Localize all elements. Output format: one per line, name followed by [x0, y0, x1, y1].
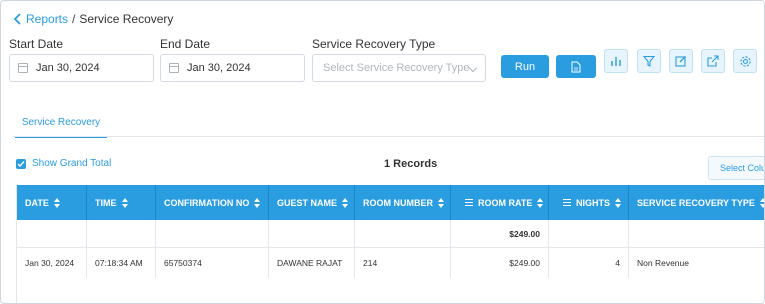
results-table: DATE TIME CONFIRMATION NO GUEST NAME ROO… — [16, 185, 764, 303]
column-header-confirmation-no[interactable]: CONFIRMATION NO — [156, 185, 269, 220]
tabs-divider — [13, 136, 764, 137]
cell-confirmation-no: 65750374 — [156, 248, 269, 278]
external-link-icon — [707, 55, 719, 67]
tab-service-recovery[interactable]: Service Recovery — [15, 117, 107, 138]
sort-icon — [254, 197, 261, 208]
calendar-icon — [18, 63, 28, 73]
edit-button[interactable] — [669, 49, 693, 73]
table-header-row: DATE TIME CONFIRMATION NO GUEST NAME ROO… — [17, 185, 764, 220]
end-date-field[interactable]: Jan 30, 2024 — [160, 54, 305, 82]
breadcrumb: Reports / Service Recovery — [13, 12, 173, 26]
numeric-column-icon — [465, 198, 473, 207]
chart-view-button[interactable] — [604, 49, 628, 73]
total-room-rate: $249.00 — [451, 220, 549, 247]
checkmark-icon — [17, 161, 25, 168]
filter-button[interactable] — [637, 49, 661, 73]
chevron-left-icon[interactable] — [13, 13, 22, 25]
numeric-column-icon — [563, 198, 571, 207]
service-recovery-type-select[interactable]: Select Service Recovery Type — [312, 54, 486, 82]
show-grand-total-label[interactable]: Show Grand Total — [32, 158, 111, 169]
open-external-button[interactable] — [701, 49, 725, 73]
service-recovery-type-placeholder: Select Service Recovery Type — [323, 62, 470, 74]
sort-icon — [121, 197, 128, 208]
breadcrumb-reports-link[interactable]: Reports — [26, 12, 68, 26]
cell-date: Jan 30, 2024 — [17, 248, 87, 278]
edit-icon — [675, 56, 686, 67]
bar-chart-icon — [611, 57, 621, 66]
start-date-field[interactable]: Jan 30, 2024 — [9, 54, 154, 82]
table-row[interactable]: Jan 30, 2024 07:18:34 AM 65750374 DAWANE… — [17, 248, 764, 278]
chevron-down-icon — [468, 63, 478, 73]
cell-service-recovery-type: Non Revenue — [637, 258, 689, 268]
cell-nights: 4 — [549, 248, 629, 278]
start-date-label: Start Date — [9, 37, 64, 51]
filter-icon — [643, 55, 655, 67]
sort-icon — [537, 197, 544, 208]
start-date-value: Jan 30, 2024 — [36, 62, 100, 74]
report-panel: Reports / Service Recovery Start Date Ja… — [0, 0, 765, 304]
sort-icon — [615, 197, 622, 208]
select-columns-button[interactable]: Select Colu — [708, 156, 764, 180]
end-date-label: End Date — [160, 37, 211, 51]
sort-icon — [438, 197, 444, 208]
settings-icon — [739, 55, 751, 67]
settings-button[interactable] — [733, 49, 757, 73]
column-header-service-recovery-type[interactable]: SERVICE RECOVERY TYPE — [629, 185, 764, 220]
cell-guest-name: DAWANE RAJAT — [269, 248, 355, 278]
column-header-room-rate[interactable]: ROOM RATE — [451, 185, 549, 220]
cell-time: 07:18:34 AM — [87, 248, 156, 278]
column-header-nights[interactable]: NIGHTS — [549, 185, 629, 220]
show-grand-total-checkbox[interactable] — [16, 159, 26, 169]
breadcrumb-separator: / — [72, 12, 76, 26]
export-pdf-button[interactable] — [556, 55, 596, 78]
end-date-value: Jan 30, 2024 — [187, 62, 251, 74]
file-pdf-icon — [571, 61, 581, 72]
cell-room-number: 214 — [355, 248, 451, 278]
sort-icon — [759, 197, 764, 208]
column-header-guest-name[interactable]: GUEST NAME — [269, 185, 355, 220]
column-header-time[interactable]: TIME — [87, 185, 156, 220]
column-header-date[interactable]: DATE — [17, 185, 87, 220]
sort-icon — [53, 197, 60, 208]
page-title: Service Recovery — [79, 12, 174, 26]
calendar-icon — [169, 63, 179, 73]
cell-room-rate: $249.00 — [451, 248, 549, 278]
sort-icon — [342, 197, 349, 208]
run-button[interactable]: Run — [501, 55, 549, 78]
grand-total-row: $249.00 — [17, 220, 764, 248]
records-count: 1 Records — [384, 158, 438, 170]
column-header-room-number[interactable]: ROOM NUMBER — [355, 185, 451, 220]
service-recovery-type-label: Service Recovery Type — [312, 37, 436, 51]
